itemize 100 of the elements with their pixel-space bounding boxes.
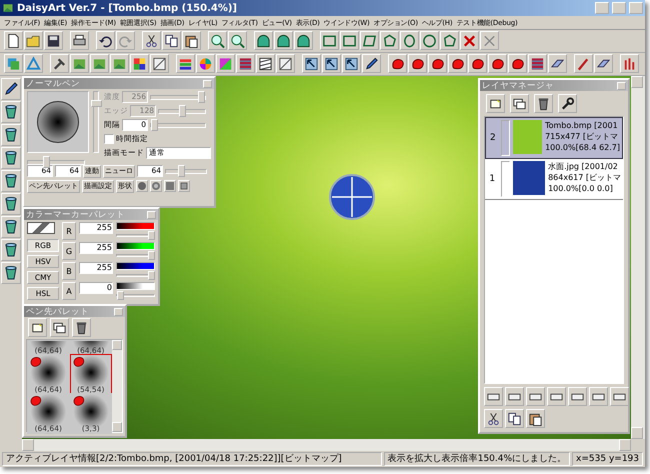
toolbar-button[interactable]	[362, 54, 381, 73]
image-icon	[2, 2, 14, 14]
pattern-icon	[238, 56, 253, 72]
toolbar-button[interactable]	[96, 31, 115, 50]
toolbar-button[interactable]	[276, 54, 295, 73]
toolbar-button[interactable]	[574, 54, 593, 73]
toolbar-button[interactable]	[526, 387, 545, 406]
shape-button[interactable]	[178, 180, 190, 192]
toolbar-button[interactable]	[1, 147, 21, 169]
toolbar-button[interactable]	[1, 216, 21, 238]
layer-info: 100.0%[0.0 0.0]	[548, 183, 614, 194]
toolbar-button[interactable]	[176, 54, 195, 73]
toolbar-button[interactable]	[468, 54, 487, 73]
layer-number: 1	[488, 173, 496, 186]
toolbar-button[interactable]	[448, 54, 467, 73]
toolbar-button[interactable]	[420, 31, 439, 50]
toolbar-button[interactable]	[488, 54, 507, 73]
toolbar-button[interactable]	[594, 54, 613, 73]
panel-title: ノーマルペン	[26, 78, 81, 90]
slider[interactable]	[116, 254, 155, 257]
pencil-icon	[364, 56, 379, 72]
toolbar-button[interactable]	[505, 409, 524, 428]
slider[interactable]	[93, 91, 99, 153]
channel-value[interactable]: 255	[79, 262, 113, 274]
toolbar-button[interactable]	[322, 54, 341, 73]
shape-button[interactable]	[136, 180, 148, 192]
toolbar-button[interactable]	[388, 54, 407, 73]
toolbar-button[interactable]	[302, 54, 321, 73]
toolbar-button[interactable]	[182, 31, 201, 50]
slider[interactable]	[116, 294, 155, 297]
layer-number: 2	[488, 132, 497, 145]
toolbar-button[interactable]	[150, 54, 169, 73]
cup-icon	[3, 173, 19, 189]
toolbar-button[interactable]	[508, 54, 527, 73]
toolbar-button[interactable]	[440, 31, 459, 50]
channel-value[interactable]: 255	[79, 222, 113, 234]
zoom-icon	[210, 32, 225, 48]
toolbar-button[interactable]	[1, 124, 21, 146]
toolbar-button[interactable]	[256, 54, 275, 73]
toolbar-button[interactable]	[548, 54, 567, 73]
toolbar-button[interactable]	[340, 31, 359, 50]
toolbar-button[interactable]	[484, 409, 503, 428]
checkbox[interactable]	[104, 134, 114, 144]
toolbar-button[interactable]	[228, 31, 247, 50]
shape-button[interactable]	[164, 180, 176, 192]
toolbar-button[interactable]	[342, 54, 361, 73]
toolbar-button[interactable]	[274, 31, 293, 50]
toolbar-button[interactable]	[130, 54, 149, 73]
toolbar-button[interactable]	[380, 31, 399, 50]
toolbar-button[interactable]	[44, 31, 63, 50]
toolbar-button[interactable]	[4, 31, 23, 50]
toolbar-button[interactable]	[70, 31, 89, 50]
toolbar-button[interactable]	[428, 54, 447, 73]
toolbar-button[interactable]	[1, 239, 21, 261]
cup-icon	[3, 219, 19, 235]
toolbar-button[interactable]	[610, 387, 629, 406]
toolbar-button[interactable]	[320, 31, 339, 50]
palette-icon	[132, 56, 147, 72]
toolbar-button[interactable]	[408, 54, 427, 73]
toolbar-button[interactable]	[1, 262, 21, 284]
toolbar-button[interactable]	[1, 78, 21, 100]
toolbar-button[interactable]	[505, 387, 524, 406]
channel-value[interactable]: 0	[79, 282, 113, 294]
toolbar-button[interactable]	[236, 54, 255, 73]
toolbar-button[interactable]	[486, 94, 505, 113]
channel-value[interactable]: 255	[79, 242, 113, 254]
toolbar-button[interactable]	[568, 387, 587, 406]
toolbar-button[interactable]	[528, 54, 547, 73]
toolbar-button[interactable]	[28, 318, 47, 337]
toolbar-button[interactable]	[254, 31, 273, 50]
toolbar-button[interactable]	[72, 318, 91, 337]
channel-label: G	[62, 242, 76, 260]
toolbar-button[interactable]	[558, 94, 577, 113]
layer-info: Tombo.bmp [2001	[545, 120, 619, 131]
toolbar-button[interactable]	[510, 94, 529, 113]
visibility-toggle[interactable]	[500, 120, 510, 156]
toolbar-button[interactable]	[400, 31, 419, 50]
toolbar-button[interactable]	[162, 31, 181, 50]
toolbar-button[interactable]	[208, 31, 227, 50]
toolbar-button[interactable]	[1, 170, 21, 192]
toolbar-button[interactable]	[294, 31, 313, 50]
toolbar-button[interactable]	[589, 387, 608, 406]
toolbar-button[interactable]	[547, 387, 566, 406]
toolbar-button[interactable]	[1, 193, 21, 215]
slider[interactable]	[116, 234, 155, 237]
toolbar-button[interactable]	[360, 31, 379, 50]
toolbar-button[interactable]	[526, 409, 545, 428]
layer-row[interactable]: 1 水面.jpg [2001/02 864x617 [ビットマ 100.0%[0.0 0.0]	[485, 159, 623, 200]
toolbar-button[interactable]	[484, 387, 503, 406]
shape-button[interactable]	[150, 180, 162, 192]
toolbar-button[interactable]	[534, 94, 553, 113]
toolbar-button[interactable]	[142, 31, 161, 50]
visibility-toggle[interactable]	[500, 161, 510, 197]
toolbar-button[interactable]	[50, 318, 69, 337]
slider[interactable]	[116, 274, 155, 277]
cup-icon	[3, 150, 19, 166]
toolbar-button[interactable]	[1, 101, 21, 123]
color-swatch[interactable]	[27, 222, 55, 234]
toolbar-button[interactable]	[50, 54, 69, 73]
layer-row[interactable]: 2 Tombo.bmp [2001 715x477 [ビットマ 100.0%[68.4 62.7]	[485, 117, 623, 159]
